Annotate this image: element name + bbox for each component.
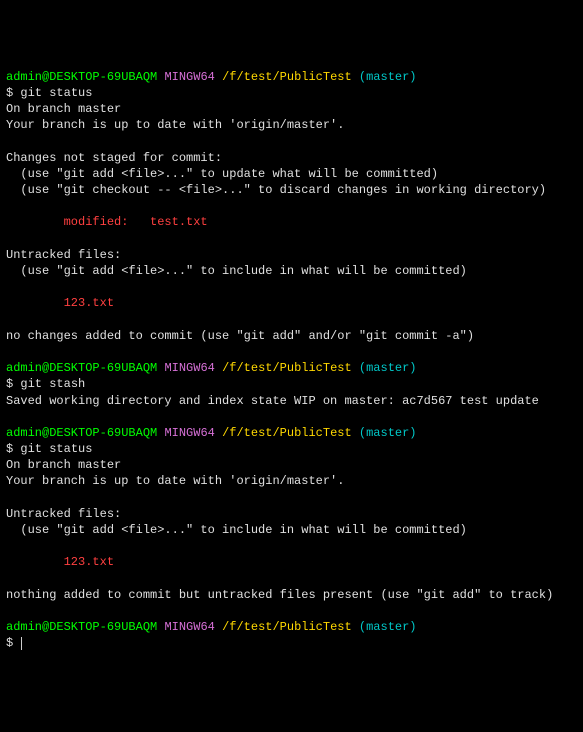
output-line: modified: test.txt — [6, 214, 577, 230]
prompt-branch: (master) — [359, 361, 417, 375]
output-line — [6, 198, 577, 214]
output-line: Saved working directory and index state … — [6, 393, 577, 409]
prompt-line: admin@DESKTOP-69UBAQM MINGW64 /f/test/Pu… — [6, 360, 577, 376]
output-line — [6, 231, 577, 247]
prompt-env: MINGW64 — [164, 620, 214, 634]
command-text: git stash — [20, 377, 85, 391]
prompt-user-host: admin@DESKTOP-69UBAQM — [6, 426, 157, 440]
output-line: no changes added to commit (use "git add… — [6, 328, 577, 344]
prompt-branch: (master) — [359, 620, 417, 634]
prompt-user-host: admin@DESKTOP-69UBAQM — [6, 70, 157, 84]
output-line — [6, 134, 577, 150]
prompt-dollar: $ — [6, 86, 20, 100]
output-line — [6, 538, 577, 554]
output-line: nothing added to commit but untracked fi… — [6, 587, 577, 603]
prompt-line: admin@DESKTOP-69UBAQM MINGW64 /f/test/Pu… — [6, 619, 577, 635]
output-line: Untracked files: — [6, 506, 577, 522]
prompt-branch: (master) — [359, 426, 417, 440]
prompt-branch: (master) — [359, 70, 417, 84]
output-line: (use "git checkout -- <file>..." to disc… — [6, 182, 577, 198]
output-line — [6, 312, 577, 328]
output-line — [6, 279, 577, 295]
output-line: Changes not staged for commit: — [6, 150, 577, 166]
prompt-env: MINGW64 — [164, 361, 214, 375]
output-line: Your branch is up to date with 'origin/m… — [6, 117, 577, 133]
output-line: (use "git add <file>..." to update what … — [6, 166, 577, 182]
output-line — [6, 344, 577, 360]
command-line[interactable]: $ git status — [6, 85, 577, 101]
prompt-dollar: $ — [6, 442, 20, 456]
output-line: Your branch is up to date with 'origin/m… — [6, 473, 577, 489]
output-line: (use "git add <file>..." to include in w… — [6, 522, 577, 538]
output-line — [6, 571, 577, 587]
output-line: 123.txt — [6, 295, 577, 311]
prompt-user-host: admin@DESKTOP-69UBAQM — [6, 361, 157, 375]
output-line — [6, 409, 577, 425]
output-line — [6, 603, 577, 619]
terminal-window[interactable]: admin@DESKTOP-69UBAQM MINGW64 /f/test/Pu… — [6, 69, 577, 652]
output-line: On branch master — [6, 101, 577, 117]
output-line — [6, 490, 577, 506]
command-text: git status — [20, 86, 92, 100]
prompt-env: MINGW64 — [164, 426, 214, 440]
output-line: On branch master — [6, 457, 577, 473]
command-line[interactable]: $ — [6, 635, 577, 651]
prompt-line: admin@DESKTOP-69UBAQM MINGW64 /f/test/Pu… — [6, 69, 577, 85]
output-line: Untracked files: — [6, 247, 577, 263]
prompt-env: MINGW64 — [164, 70, 214, 84]
prompt-line: admin@DESKTOP-69UBAQM MINGW64 /f/test/Pu… — [6, 425, 577, 441]
cursor-icon — [21, 637, 22, 650]
prompt-dollar: $ — [6, 636, 20, 650]
prompt-dollar: $ — [6, 377, 20, 391]
output-line: (use "git add <file>..." to include in w… — [6, 263, 577, 279]
command-line[interactable]: $ git status — [6, 441, 577, 457]
command-line[interactable]: $ git stash — [6, 376, 577, 392]
command-text: git status — [20, 442, 92, 456]
prompt-user-host: admin@DESKTOP-69UBAQM — [6, 620, 157, 634]
prompt-path: /f/test/PublicTest — [222, 70, 352, 84]
prompt-path: /f/test/PublicTest — [222, 361, 352, 375]
output-line: 123.txt — [6, 554, 577, 570]
prompt-path: /f/test/PublicTest — [222, 620, 352, 634]
prompt-path: /f/test/PublicTest — [222, 426, 352, 440]
